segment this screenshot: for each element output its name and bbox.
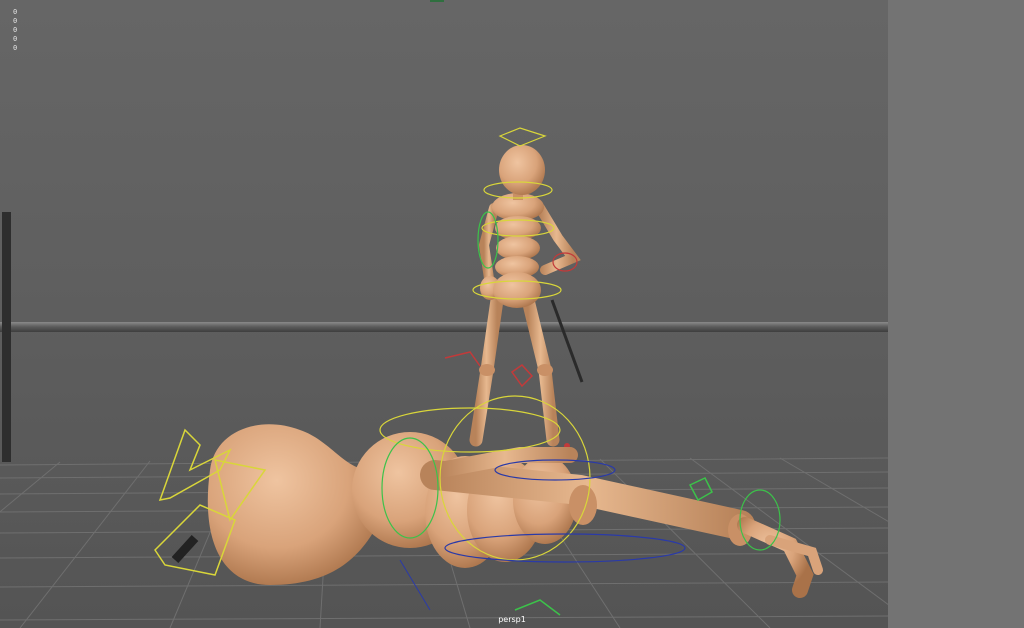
hud-stats: 0 0 0 0 0 — [13, 8, 27, 53]
standing-character[interactable] — [444, 127, 584, 449]
hud-stat: 0 — [13, 35, 18, 43]
3d-viewport[interactable]: 0 0 0 0 0 persp1 — [0, 0, 1024, 628]
lying-character[interactable] — [154, 395, 823, 616]
hud-stat: 0 — [13, 17, 18, 25]
camera-label: persp1 — [498, 615, 526, 624]
top-marker — [430, 0, 444, 2]
hud-stat: 0 — [13, 8, 18, 16]
scene-render[interactable] — [0, 0, 1024, 628]
right-panel — [888, 0, 1024, 628]
hud-stat: 0 — [13, 44, 18, 52]
hud-stat: 0 — [13, 26, 18, 34]
